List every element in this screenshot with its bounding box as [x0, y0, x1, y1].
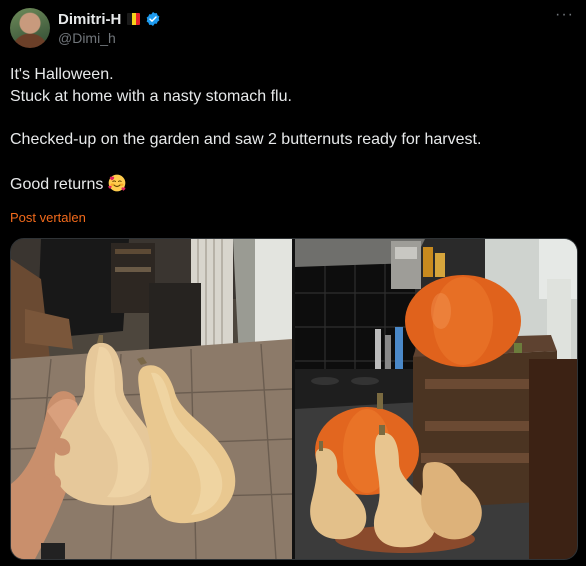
verified-badge-icon	[147, 12, 160, 26]
belgium-flag-icon	[127, 13, 141, 25]
display-name[interactable]: Dimitri-H	[58, 11, 121, 28]
tweet-line	[10, 108, 570, 130]
tweet-line: Stuck at home with a nasty stomach flu.	[10, 87, 292, 105]
avatar[interactable]	[10, 8, 50, 48]
author-handle[interactable]: @Dimi_h	[58, 30, 116, 46]
butternuts-in-hand-photo	[11, 239, 292, 559]
tweet-line	[10, 151, 570, 173]
media-grid	[10, 238, 578, 560]
smiling-face-with-hearts-icon	[108, 174, 126, 192]
translate-post-link[interactable]: Post vertalen	[10, 210, 86, 225]
tweet-line: It's Halloween.	[10, 66, 114, 83]
media-image-pumpkins-kitchen[interactable]	[295, 239, 577, 559]
tweet-line-last: Good returns	[10, 173, 570, 196]
pumpkins-kitchen-photo	[295, 239, 577, 559]
tweet-text: It's Halloween. Stuck at home with a nas…	[10, 64, 570, 196]
tweet-line: Checked-up on the garden and saw 2 butte…	[10, 131, 482, 149]
author-name-row: Dimitri-H	[58, 9, 161, 29]
media-image-butternuts-in-hand[interactable]	[11, 239, 292, 559]
tweet-line: Good returns	[10, 175, 104, 193]
more-options-icon[interactable]: ···	[555, 6, 574, 24]
